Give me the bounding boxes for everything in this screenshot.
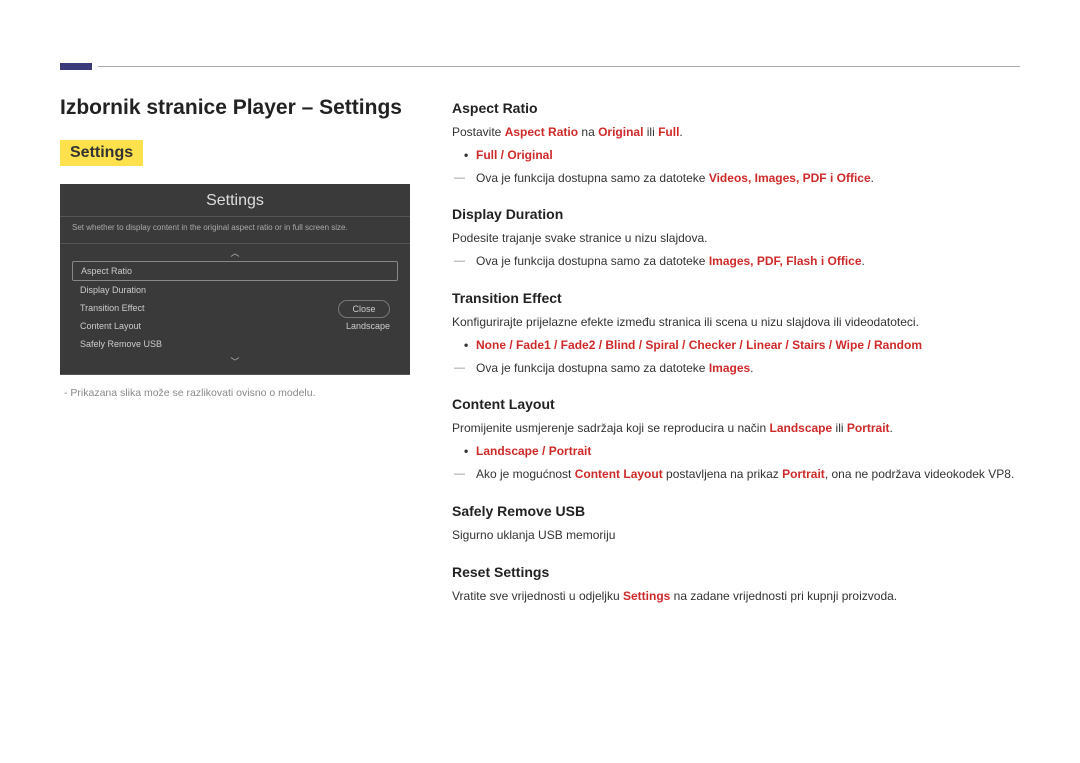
panel-item-safely-remove-usb[interactable]: Safely Remove USB bbox=[72, 335, 398, 353]
display-note: Ova je funkcija dostupna samo za datotek… bbox=[452, 253, 1020, 270]
panel-item-aspect-ratio[interactable]: Aspect Ratio bbox=[72, 261, 398, 281]
heading-reset-settings: Reset Settings bbox=[452, 564, 1020, 580]
panel-item-content-layout[interactable]: Content Layout Landscape bbox=[72, 317, 398, 335]
panel-item-label: Display Duration bbox=[80, 285, 146, 295]
transition-options: None / Fade1 / Fade2 / Blind / Spiral / … bbox=[452, 337, 1020, 354]
panel-title: Settings bbox=[60, 184, 410, 217]
panel-item-label: Safely Remove USB bbox=[80, 339, 162, 349]
settings-panel: Settings Set whether to display content … bbox=[60, 184, 410, 375]
panel-footnote: - Prikazana slika može se razlikovati ov… bbox=[60, 387, 440, 399]
panel-item-display-duration[interactable]: Display Duration bbox=[72, 281, 398, 299]
right-column: Aspect Ratio Postavite Aspect Ratio na O… bbox=[440, 96, 1020, 610]
aspect-note: Ova je funkcija dostupna samo za datotek… bbox=[452, 170, 1020, 187]
heading-safely-remove-usb: Safely Remove USB bbox=[452, 503, 1020, 519]
panel-description: Set whether to display content in the or… bbox=[60, 217, 410, 243]
transition-note: Ova je funkcija dostupna samo za datotek… bbox=[452, 360, 1020, 377]
left-column: Izbornik stranice Player – Settings Sett… bbox=[60, 96, 440, 610]
heading-display-duration: Display Duration bbox=[452, 206, 1020, 222]
layout-note: Ako je mogućnost Content Layout postavlj… bbox=[452, 466, 1020, 483]
layout-options: Landscape / Portrait bbox=[452, 443, 1020, 460]
heading-content-layout: Content Layout bbox=[452, 396, 1020, 412]
arrow-up-icon[interactable]: ︿ bbox=[72, 244, 398, 261]
heading-aspect-ratio: Aspect Ratio bbox=[452, 100, 1020, 116]
layout-intro: Promijenite usmjerenje sadržaja koji se … bbox=[452, 420, 1020, 437]
panel-item-label: Transition Effect bbox=[80, 303, 145, 313]
panel-list: ︿ Aspect Ratio Display Duration Transiti… bbox=[60, 243, 410, 375]
transition-intro: Konfigurirajte prijelazne efekte između … bbox=[452, 314, 1020, 331]
aspect-intro: Postavite Aspect Ratio na Original ili F… bbox=[452, 124, 1020, 141]
accent-bar bbox=[60, 63, 92, 70]
aspect-options: Full / Original bbox=[452, 147, 1020, 164]
page-content: Izbornik stranice Player – Settings Sett… bbox=[60, 96, 1020, 610]
panel-item-label: Aspect Ratio bbox=[81, 266, 132, 276]
page-title: Izbornik stranice Player – Settings bbox=[60, 96, 440, 120]
close-button[interactable]: Close bbox=[338, 300, 390, 318]
display-intro: Podesite trajanje svake stranice u nizu … bbox=[452, 230, 1020, 247]
heading-transition-effect: Transition Effect bbox=[452, 290, 1020, 306]
panel-item-value: Landscape bbox=[346, 321, 390, 331]
usb-intro: Sigurno uklanja USB memoriju bbox=[452, 527, 1020, 544]
section-settings-badge: Settings bbox=[60, 140, 143, 166]
reset-intro: Vratite sve vrijednosti u odjeljku Setti… bbox=[452, 588, 1020, 605]
panel-item-label: Content Layout bbox=[80, 321, 141, 331]
header-rule bbox=[98, 66, 1020, 67]
arrow-down-icon[interactable]: ﹀ bbox=[72, 353, 398, 370]
